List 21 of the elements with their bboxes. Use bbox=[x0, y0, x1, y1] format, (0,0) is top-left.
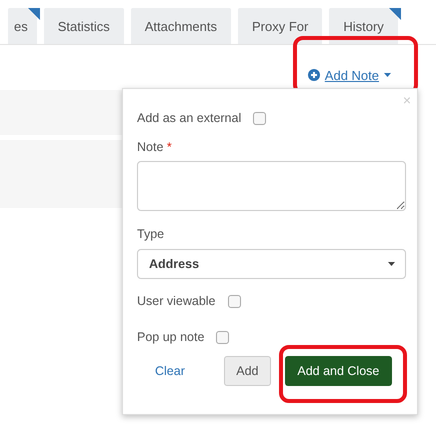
tab[interactable]: es bbox=[8, 8, 37, 44]
checkbox[interactable] bbox=[228, 294, 241, 308]
checkbox[interactable] bbox=[253, 112, 266, 124]
type-select[interactable]: Address bbox=[137, 249, 406, 279]
plus-circle-icon bbox=[308, 69, 320, 81]
tab[interactable]: Attachments bbox=[130, 8, 232, 44]
checkbox-label: User viewable bbox=[137, 294, 216, 308]
checkbox-label: Add as an external bbox=[137, 111, 242, 125]
field-label: Type bbox=[137, 227, 166, 241]
add-button[interactable]: Add bbox=[224, 356, 271, 386]
tab[interactable]: Proxy For bbox=[238, 8, 322, 44]
add-note-link[interactable]: Add Note bbox=[308, 62, 391, 88]
checkbox[interactable] bbox=[216, 330, 230, 344]
add-and-close-button[interactable]: Add and Close bbox=[284, 356, 392, 386]
tab[interactable]: Statistics bbox=[44, 8, 124, 44]
caret-icon bbox=[388, 262, 395, 266]
checkbox-label: Pop up note bbox=[137, 330, 204, 344]
field-label: Note * bbox=[137, 140, 173, 154]
caret-icon bbox=[384, 73, 391, 77]
note-input-field[interactable] bbox=[137, 161, 406, 211]
clear-link[interactable]: Clear bbox=[143, 356, 197, 386]
